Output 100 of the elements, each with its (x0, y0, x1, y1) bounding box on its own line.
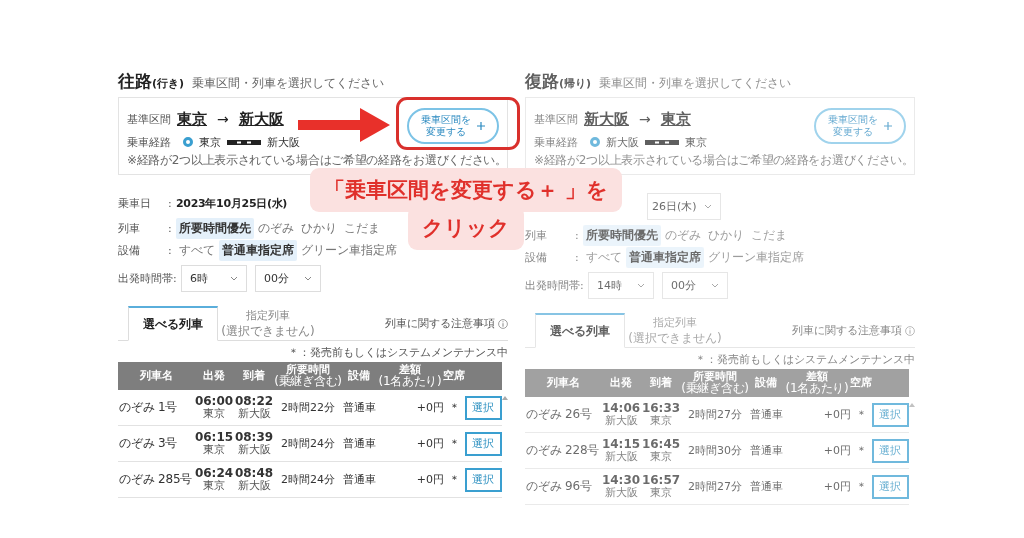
info-icon (905, 325, 915, 336)
field-label: 設備 (118, 243, 141, 258)
station-link[interactable]: 東京 (660, 109, 691, 129)
scroll-up-icon[interactable] (502, 396, 508, 400)
column-header: 出発 (609, 375, 633, 392)
seat-class-cell: 普通車 (342, 436, 376, 451)
select-button[interactable]: 選択 (464, 431, 502, 456)
filter-option[interactable]: のぞみ (662, 225, 704, 246)
train-tab[interactable]: 選べる列車 (535, 313, 625, 348)
field-label: 出発時間帯 (118, 271, 173, 286)
separator: : (168, 196, 173, 210)
departure-time: 14:15 新大阪 (601, 437, 641, 464)
station-link[interactable]: 東京 (177, 109, 207, 129)
station-name: 東京 (199, 134, 221, 150)
column-header: 設備 (347, 368, 371, 385)
chevron-down-icon (230, 276, 238, 281)
arrival-time: 08:48 新大阪 (234, 466, 274, 493)
departure-time: 06:00 東京 (194, 394, 234, 421)
train-name: のぞみ 1号 (118, 399, 179, 416)
field-label: 基準区間 (534, 111, 579, 127)
filter-option[interactable]: こだま (341, 218, 383, 239)
instruction-text: 乗車区間・列車を選択してください (192, 75, 385, 92)
notice-link[interactable]: 列車に関する注意事項 (792, 323, 915, 338)
filter-option[interactable]: のぞみ (255, 218, 297, 239)
radio-button[interactable] (590, 137, 600, 147)
filter-option[interactable]: すべて (583, 247, 625, 268)
filter-option[interactable]: グリーン車指定席 (298, 240, 400, 261)
field-label: 列車 (118, 221, 141, 236)
duration-cell-text: 2時間24分 (280, 472, 336, 487)
chevron-down-icon (637, 283, 645, 288)
station-name: 東京 (685, 134, 707, 150)
column-header: 到着 (649, 375, 673, 392)
legend-text: ＊：発売前もしくはシステムメンテナンス中 (288, 345, 508, 360)
hour-select[interactable]: 14時 (588, 272, 654, 299)
seat-class-cell: 普通車 (749, 479, 783, 494)
filter-option[interactable]: こだま (748, 225, 790, 246)
date-select[interactable]: 26日(木) (647, 193, 721, 220)
duration-cell-text: 2時間22分 (280, 400, 336, 415)
panel-title-sub: (行き) (152, 77, 185, 91)
train-name: のぞみ 228号 (525, 442, 601, 459)
select-button[interactable]: 選択 (464, 395, 502, 420)
filter-option[interactable]: グリーン車指定席 (705, 247, 807, 268)
station-link[interactable]: 新大阪 (584, 109, 629, 129)
separator: : (580, 279, 585, 292)
column-header: 列車名 (138, 368, 174, 385)
vacancy-cell-text: ＊ (447, 400, 461, 415)
separator: : (168, 244, 173, 257)
price-cell-text: +0円 (822, 443, 851, 458)
scroll-up-icon[interactable] (909, 403, 915, 407)
arrival-time: 16:45 東京 (641, 437, 681, 464)
filter-option[interactable]: 普通車指定席 (626, 247, 704, 268)
select-button[interactable]: 選択 (871, 438, 909, 463)
station-link[interactable]: 新大阪 (238, 109, 284, 129)
column-header: 空席 (444, 368, 464, 385)
field-label: 設備 (525, 250, 548, 265)
filter-option[interactable]: すべて (176, 240, 218, 261)
column-header: 到着 (242, 368, 266, 385)
station-name: 新大阪 (267, 134, 300, 150)
select-button[interactable]: 選択 (871, 402, 909, 427)
column-header: 差額 (1名あたり) (784, 369, 850, 397)
column-header: 所要時間 (乗継ぎ含む) (681, 369, 749, 397)
column-header: 差額 (1名あたり) (377, 362, 443, 390)
select-button[interactable]: 選択 (464, 467, 502, 492)
departure-time: 06:15 東京 (194, 430, 234, 457)
seat-class-cell: 普通車 (342, 400, 376, 415)
chevron-down-icon (711, 283, 719, 288)
price-cell-text: +0円 (822, 479, 851, 494)
separator: : (575, 251, 580, 264)
minute-select[interactable]: 00分 (662, 272, 728, 299)
train-tab[interactable]: 選べる列車 (128, 306, 218, 341)
select-button[interactable]: 選択 (871, 474, 909, 499)
field-label: 乗車経路 (534, 134, 579, 150)
train-tab[interactable]: 指定列車 (選択できません) (218, 306, 318, 341)
departure-time: 06:24 東京 (194, 466, 234, 493)
change-section-button[interactable]: 乗車区間を 変更する (407, 108, 499, 144)
vacancy-cell-text: ＊ (854, 443, 868, 458)
instruction-text: 乗車区間・列車を選択してください (599, 75, 792, 92)
callout-text: 「乗車区間を変更する＋ 」を (309, 168, 623, 212)
change-section-button[interactable]: 乗車区間を 変更する (814, 108, 906, 144)
filter-option[interactable]: 所要時間優先 (583, 225, 661, 246)
train-name: のぞみ 96号 (525, 478, 593, 495)
station-name: 新大阪 (606, 134, 639, 150)
filter-option[interactable]: ひかり (298, 218, 340, 239)
panel-title: 往路 (118, 70, 152, 93)
train-tab[interactable]: 指定列車 (選択できません) (625, 313, 725, 348)
price-cell-text: +0円 (415, 472, 444, 487)
train-name: のぞみ 3号 (118, 435, 179, 452)
filter-option[interactable]: 普通車指定席 (219, 240, 297, 261)
filter-option[interactable]: 所要時間優先 (176, 218, 254, 239)
plus-icon (477, 122, 485, 130)
field-label: 乗車日 (118, 195, 152, 211)
vacancy-cell-text: ＊ (854, 479, 868, 494)
notice-link[interactable]: 列車に関する注意事項 (385, 316, 508, 331)
chevron-down-icon (704, 204, 712, 209)
train-name: のぞみ 285号 (118, 471, 194, 488)
radio-button[interactable] (183, 137, 193, 147)
seat-class-cell: 普通車 (342, 472, 376, 487)
hour-select[interactable]: 6時 (181, 265, 247, 292)
filter-option[interactable]: ひかり (705, 225, 747, 246)
minute-select[interactable]: 00分 (255, 265, 321, 292)
